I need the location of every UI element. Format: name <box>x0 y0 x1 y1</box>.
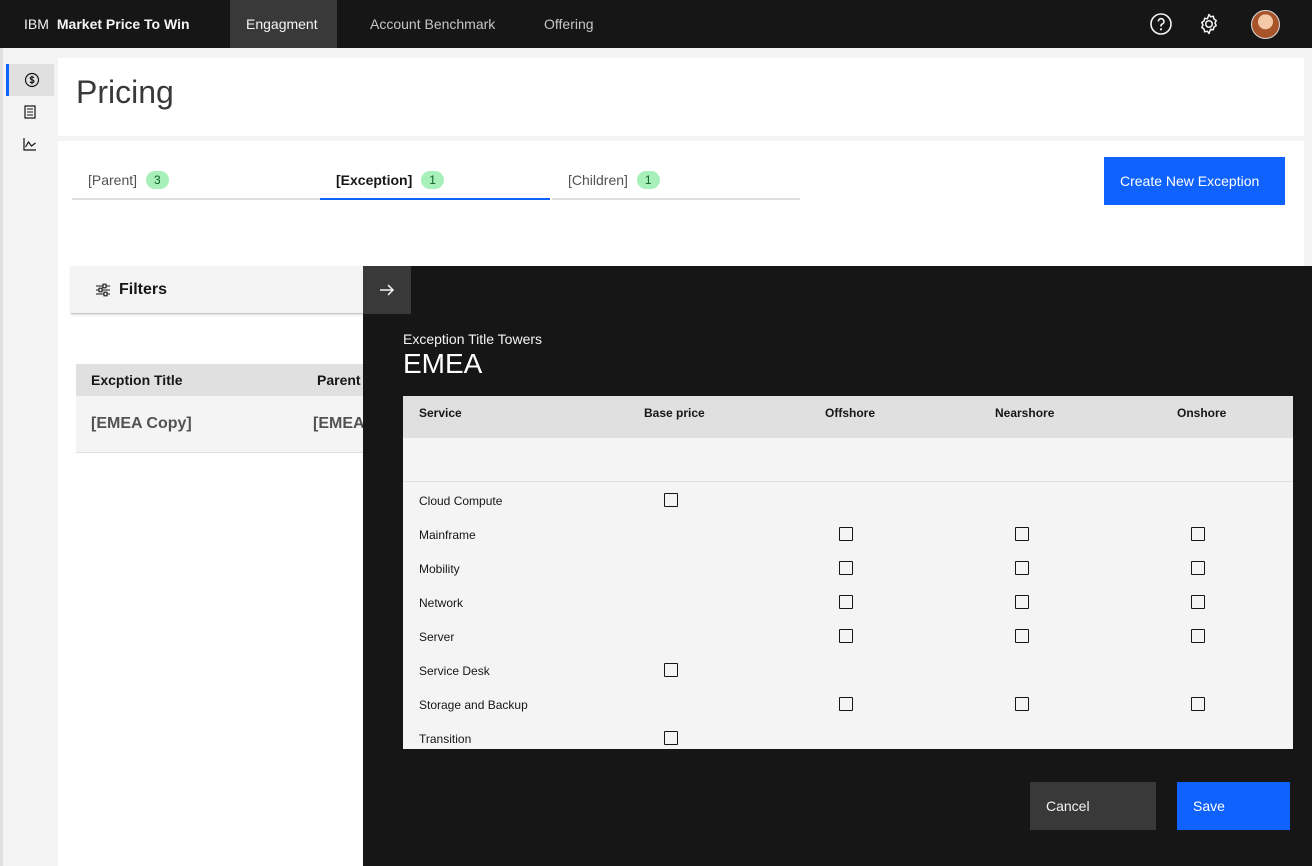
page-header: Pricing <box>58 58 1304 136</box>
off-checkbox[interactable] <box>839 527 853 541</box>
col-service: Service <box>419 406 462 420</box>
brand-name: Market Price To Win <box>56 16 190 32</box>
close-panel-arrow-icon[interactable] <box>363 266 411 314</box>
tab-children-count: 1 <box>636 171 660 189</box>
cancel-button[interactable]: Cancel <box>1030 782 1156 830</box>
table-row: Cloud Compute <box>403 483 1293 517</box>
off-checkbox[interactable] <box>839 595 853 609</box>
base-checkbox[interactable] <box>664 663 678 677</box>
col-offshore: Offshore <box>825 406 876 420</box>
service-name: Service Desk <box>419 664 490 678</box>
tab-parent-label: [Parent] <box>88 172 138 188</box>
near-checkbox[interactable] <box>1015 527 1029 541</box>
col-onshore: Onshore <box>1177 406 1227 420</box>
page-title: Pricing <box>76 74 174 110</box>
tab-exception[interactable]: [Exception] 1 <box>320 162 550 200</box>
settings-icon[interactable] <box>1193 8 1225 40</box>
help-icon[interactable] <box>1145 8 1177 40</box>
empty-row <box>403 438 1293 482</box>
exception-side-panel: Exception Title Towers EMEA Service Base… <box>363 266 1312 866</box>
table-row: Mobility <box>403 551 1293 585</box>
table-row: Server <box>403 619 1293 653</box>
near-checkbox[interactable] <box>1015 595 1029 609</box>
off-checkbox[interactable] <box>839 629 853 643</box>
col-parent: Parent <box>317 372 361 388</box>
base-checkbox[interactable] <box>664 493 678 507</box>
sliders-icon <box>96 283 110 296</box>
table-row: Transition <box>403 721 1293 749</box>
service-name: Transition <box>419 732 472 746</box>
table-row[interactable]: [EMEA Copy] [EMEA <box>76 396 365 453</box>
exception-table-header: Excption Title Parent <box>76 364 363 396</box>
off-checkbox[interactable] <box>839 561 853 575</box>
service-name: Cloud Compute <box>419 494 503 508</box>
tab-children[interactable]: [Children] 1 <box>552 162 800 200</box>
table-row: Storage and Backup <box>403 687 1293 721</box>
brand-prefix: IBM <box>24 16 49 32</box>
tab-parent[interactable]: [Parent] 3 <box>72 162 320 200</box>
user-avatar[interactable] <box>1251 10 1280 39</box>
panel-title: EMEA <box>403 348 483 379</box>
create-new-exception-button[interactable]: Create New Exception <box>1104 157 1285 205</box>
document-list-icon[interactable] <box>6 96 54 128</box>
table-row: Mainframe <box>403 517 1293 551</box>
near-checkbox[interactable] <box>1015 629 1029 643</box>
tab-children-label: [Children] <box>568 172 628 188</box>
panel-label: Exception Title Towers <box>403 331 543 347</box>
nav-offering[interactable]: Offering <box>528 0 610 48</box>
top-header: IBM Market Price To Win Engagment Accoun… <box>0 0 1312 48</box>
service-name: Storage and Backup <box>419 698 528 712</box>
service-name: Network <box>419 596 464 610</box>
service-name: Server <box>419 630 455 644</box>
base-checkbox[interactable] <box>664 731 678 745</box>
service-name: Mainframe <box>419 528 476 542</box>
chart-icon[interactable] <box>6 128 54 160</box>
on-checkbox[interactable] <box>1191 527 1205 541</box>
col-nearshore: Nearshore <box>995 406 1055 420</box>
on-checkbox[interactable] <box>1191 629 1205 643</box>
tab-exception-count: 1 <box>421 171 444 189</box>
off-checkbox[interactable] <box>839 697 853 711</box>
brand[interactable]: IBM Market Price To Win <box>24 0 190 48</box>
tab-exception-label: [Exception] <box>336 172 413 188</box>
currency-icon[interactable] <box>6 64 54 96</box>
table-row: Network <box>403 585 1293 619</box>
cell-exception-title: [EMEA Copy] <box>91 415 192 432</box>
col-base-price: Base price <box>644 406 705 420</box>
nav-engagment[interactable]: Engagment <box>230 0 337 48</box>
near-checkbox[interactable] <box>1015 561 1029 575</box>
tab-parent-count: 3 <box>146 171 169 189</box>
table-row: Service Desk <box>403 653 1293 687</box>
on-checkbox[interactable] <box>1191 595 1205 609</box>
left-rail <box>0 48 54 866</box>
filters-label: Filters <box>119 280 168 298</box>
nav-account-benchmark[interactable]: Account Benchmark <box>354 0 511 48</box>
filters-toggle[interactable]: Filters <box>71 266 363 314</box>
on-checkbox[interactable] <box>1191 561 1205 575</box>
services-table-header: Service Base price Offshore Nearshore On… <box>403 396 1293 438</box>
service-name: Mobility <box>419 562 460 576</box>
near-checkbox[interactable] <box>1015 697 1029 711</box>
cell-parent: [EMEA <box>313 415 365 432</box>
save-button[interactable]: Save <box>1177 782 1290 830</box>
services-table: Service Base price Offshore Nearshore On… <box>403 396 1293 749</box>
on-checkbox[interactable] <box>1191 697 1205 711</box>
col-exception-title: Excption Title <box>91 372 183 388</box>
